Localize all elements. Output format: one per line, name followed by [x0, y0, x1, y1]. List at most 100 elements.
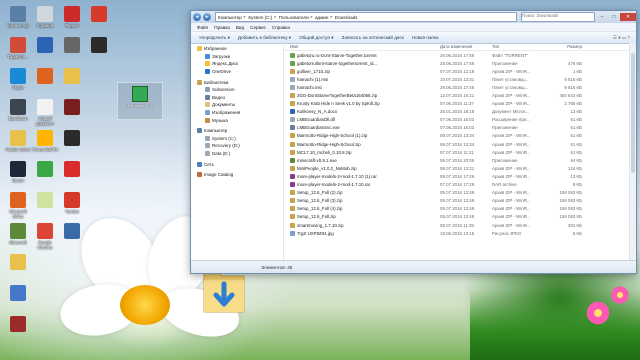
nav-item[interactable]: OneDrive: [191, 68, 283, 76]
nav-item[interactable]: Recovery (D:): [191, 142, 283, 150]
file-row[interactable]: gabetorrullont-starve-togethertorrent_id…: [284, 59, 636, 67]
desktop-icon[interactable]: Microsoft Office: [4, 192, 32, 219]
file-row[interactable]: minecraft-v0.9.1.exe 06.07.2016 20:05 Прил…: [284, 156, 636, 164]
desktop-icon[interactable]: [4, 285, 32, 302]
address-bar[interactable]: Компьютер ▸ System (C:) ▸ Пользователи ▸ админ…: [215, 12, 517, 22]
file-row[interactable]: 3GG-DontStarveTogetherBeta164065.zip 12.0…: [284, 91, 636, 99]
file-row[interactable]: more-player-models-2-mod-1.7.10 (1).rar 0…: [284, 172, 636, 180]
toolbar-button[interactable]: Добавить в библиотеку ▾: [238, 35, 291, 41]
file-row[interactable]: MCL7.10_mcheli_0.10.8.zip 07.07.2016 11:2…: [284, 148, 636, 156]
file-row[interactable]: smartmoving_1.7.10.zip 08.07.2016 11:29 Ар…: [284, 221, 636, 229]
file-row[interactable]: Setup_12.6_Full.zip 05.07.2016 13:49 Архив…: [284, 213, 636, 221]
file-row[interactable]: gulliver_1710.zip 07.07.2016 12:19 Архив Z…: [284, 67, 636, 75]
file-row[interactable]: Setup_12.6_Full (3).zip 05.07.2016 13:49 А…: [284, 197, 636, 205]
nav-item[interactable]: Компьютер: [191, 127, 283, 135]
desktop-icon[interactable]: [85, 37, 113, 54]
column-size[interactable]: Размер: [548, 44, 582, 49]
file-row[interactable]: Setup_12.6_Full (2).zip 05.07.2016 13:49 А…: [284, 189, 636, 197]
nav-item[interactable]: Изображения: [191, 109, 283, 117]
scrollbar-thumb[interactable]: [631, 53, 635, 173]
back-button[interactable]: ◂: [193, 13, 201, 21]
desktop-icon[interactable]: Bandicam: [4, 99, 32, 121]
desktop-icon[interactable]: Новая папка: [4, 130, 32, 152]
file-row[interactable]: LMBGuardianDll.dll 07.06.2016 16:03 Расшир…: [284, 116, 636, 124]
desktop-icon[interactable]: Steam: [4, 161, 32, 183]
file-row[interactable]: Kulikovsy_N_A.docx 25.01.2016 18:18 Докуме…: [284, 108, 636, 116]
column-type[interactable]: Тип: [492, 44, 548, 49]
file-type: Архив ZIP - WinR...: [492, 149, 531, 155]
toolbar-button[interactable]: Записать на оптический диск: [342, 35, 404, 40]
toolbar-button[interactable]: Упорядочить ▾: [199, 35, 230, 41]
desktop-icon[interactable]: [58, 223, 86, 240]
file-row[interactable]: Setup_12.6_Full (4).zip 05.07.2016 13:49 А…: [284, 205, 636, 213]
desktop-icon[interactable]: Компьютер: [4, 6, 32, 28]
desktop-icon-image: [10, 316, 26, 332]
breadcrumb-item[interactable]: Downloads: [335, 15, 358, 20]
file-row[interactable]: TrgZ-UXP9Z04.jpg 18.06.2016 13:15 Рисунок …: [284, 229, 636, 237]
menu-item[interactable]: Сервис: [250, 25, 266, 30]
nav-item[interactable]: Видео: [191, 94, 283, 102]
file-row[interactable]: Krusty Krab Hide n Seek v1.0 by SpKill.z…: [284, 100, 636, 108]
breadcrumb-item[interactable]: Пользователи: [279, 15, 309, 20]
breadcrumb-item[interactable]: System (C:): [248, 15, 272, 20]
file-row[interactable]: LMBGuardianSvc.exe 07.06.2016 16:03 Прилож…: [284, 124, 636, 132]
view-options-button[interactable]: ☰ ▾ ▭ ?: [613, 35, 630, 41]
desktop-icon[interactable]: [4, 254, 32, 271]
desktop-icon[interactable]: [4, 316, 32, 333]
desktop-icon[interactable]: Новый документ: [31, 99, 59, 126]
desktop-icon[interactable]: [58, 130, 86, 147]
close-button[interactable]: ✕: [620, 13, 636, 21]
file-row[interactable]: MiniPeople_v1.0.2_NoMob.zip 08.07.2016 13…: [284, 164, 636, 172]
file-row[interactable]: Marmotto-Ridge-High-School (1).zip 08.07.…: [284, 132, 636, 140]
nav-item[interactable]: Музыка: [191, 116, 283, 124]
desktop-icon[interactable]: [31, 68, 59, 85]
desktop-icon[interactable]: [58, 68, 86, 85]
vertical-scrollbar[interactable]: [629, 43, 636, 261]
breadcrumb-item[interactable]: админ: [315, 15, 329, 20]
nav-item[interactable]: Загрузки: [191, 53, 283, 61]
desktop-icon[interactable]: Yandex: [58, 192, 86, 214]
file-row[interactable]: hamachi.msi 29.06.2016 17:46 Пакет установ…: [284, 83, 636, 91]
minimize-button[interactable]: ‒: [596, 13, 608, 21]
toolbar-button[interactable]: Новая папка: [412, 35, 439, 40]
desktop-icon[interactable]: [31, 37, 59, 54]
file-row[interactable]: hamachi (1).msi 10.07.2016 13:31 Пакет уст…: [284, 75, 636, 83]
nav-item[interactable]: Сеть: [191, 160, 283, 168]
desktop-icon[interactable]: Minecraft: [4, 223, 32, 245]
desktop-icon[interactable]: Гаджеты...: [4, 37, 32, 59]
desktop-icon[interactable]: [58, 37, 86, 54]
menu-item[interactable]: Правка: [214, 25, 230, 30]
column-name[interactable]: Имя: [284, 44, 440, 49]
nav-item[interactable]: Избранное: [191, 45, 283, 53]
desktop-icon[interactable]: Корзина: [31, 6, 59, 28]
desktop-icon[interactable]: [31, 192, 59, 209]
nav-item[interactable]: Subversion: [191, 86, 283, 94]
nav-item[interactable]: Data (E:): [191, 150, 283, 158]
desktop-icon[interactable]: Skype: [4, 68, 32, 90]
toolbar-button[interactable]: Общий доступ ▾: [299, 35, 333, 41]
menu-item[interactable]: Вид: [236, 25, 244, 30]
desktop-icon[interactable]: [58, 161, 86, 178]
file-date: 08.07.2016 17:29: [440, 173, 475, 179]
nav-item[interactable]: Image Catalog: [191, 171, 283, 179]
desktop-icon[interactable]: [85, 6, 113, 23]
menu-item[interactable]: Справка: [272, 25, 290, 30]
maximize-button[interactable]: □: [608, 13, 620, 21]
forward-button[interactable]: ▸: [203, 13, 211, 21]
file-row[interactable]: more-player-models-2-mod-1.7.10.rar 07.07…: [284, 181, 636, 189]
desktop-icon[interactable]: [31, 161, 59, 178]
desktop-icon[interactable]: Яндекс: [58, 6, 86, 28]
nav-item[interactable]: Яндекс.Диск: [191, 60, 283, 68]
breadcrumb-item[interactable]: Компьютер: [218, 15, 242, 20]
desktop-icon[interactable]: [58, 99, 86, 116]
file-row[interactable]: gabetoru.ru-Dont-Starve-Together.torrent…: [284, 51, 636, 59]
desktop-icon[interactable]: Точка Mail.Ru: [31, 130, 59, 152]
nav-item[interactable]: System (C:): [191, 135, 283, 143]
column-date[interactable]: Дата изменения: [440, 44, 492, 49]
menu-item[interactable]: Файл: [197, 25, 208, 30]
search-input[interactable]: Поиск: Downloads: [521, 12, 595, 22]
file-row[interactable]: Marmotto-Ridge-High-School.zip 06.07.2016…: [284, 140, 636, 148]
nav-item[interactable]: Документы: [191, 101, 283, 109]
desktop-icon[interactable]: Google Chrome: [31, 223, 59, 250]
nav-item[interactable]: Библиотеки: [191, 78, 283, 86]
